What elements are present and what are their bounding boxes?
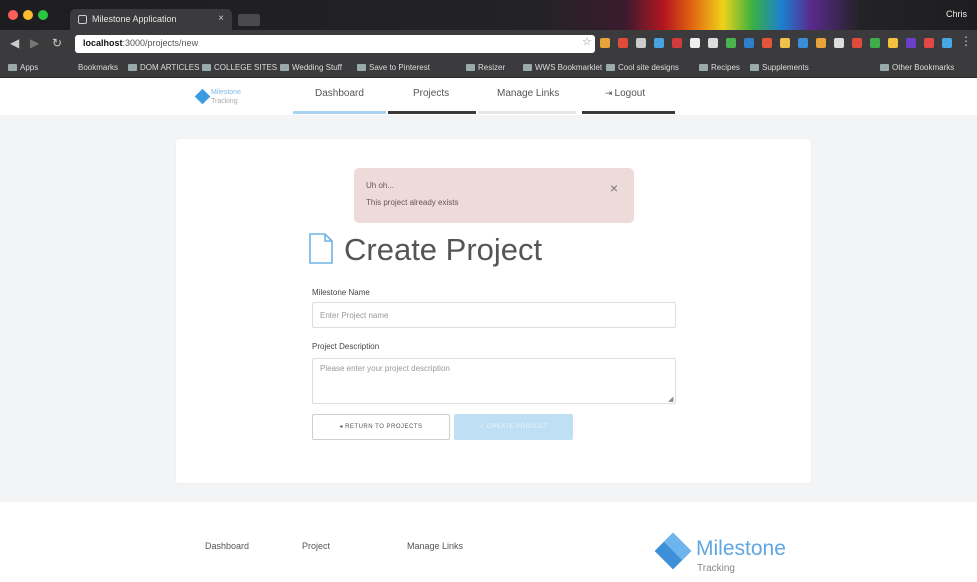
- resize-handle-icon[interactable]: ◢: [668, 395, 673, 403]
- page-icon: [357, 64, 366, 71]
- footer-link-dashboard[interactable]: Dashboard: [205, 541, 249, 551]
- bookmark-item[interactable]: Cool site designs: [606, 63, 679, 72]
- bookmark-item[interactable]: Bookmarks: [78, 63, 118, 72]
- document-icon: [309, 233, 333, 264]
- bookmark-item[interactable]: Recipes: [699, 63, 740, 72]
- project-name-input[interactable]: [312, 302, 676, 328]
- return-to-projects-button[interactable]: ◂ RETURN TO PROJECTS: [312, 414, 450, 440]
- milestone-name-label: Milestone Name: [312, 288, 370, 297]
- tab-title: Milestone Application: [92, 14, 177, 24]
- extension-icon[interactable]: [654, 38, 664, 48]
- extension-icon[interactable]: [888, 38, 898, 48]
- url-host: localhost: [83, 38, 123, 48]
- bookmark-item[interactable]: Resizer: [466, 63, 505, 72]
- footer: Dashboard Project Manage Links Milestone…: [0, 502, 977, 582]
- nav-logout-label: Logout: [614, 88, 646, 99]
- address-bar[interactable]: localhost:3000/projects/new: [75, 35, 595, 53]
- extension-icon[interactable]: [600, 38, 610, 48]
- bookmark-item[interactable]: Wedding Stuff: [280, 63, 342, 72]
- folder-icon: [202, 64, 211, 71]
- extension-icon[interactable]: [798, 38, 808, 48]
- profile-name[interactable]: Chris: [946, 9, 967, 19]
- footer-link-manage-links[interactable]: Manage Links: [407, 541, 463, 551]
- nav-dashboard[interactable]: Dashboard: [315, 88, 364, 99]
- folder-icon: [280, 64, 289, 71]
- minimize-window-button[interactable]: [23, 10, 33, 20]
- extension-icon[interactable]: [834, 38, 844, 48]
- extension-icon[interactable]: [744, 38, 754, 48]
- other-bookmarks[interactable]: Other Bookmarks: [880, 63, 954, 72]
- tab-close-icon[interactable]: ×: [218, 13, 224, 24]
- bookmark-item[interactable]: Supplements: [750, 63, 809, 72]
- alert-title: Uh oh...: [366, 181, 395, 190]
- close-icon[interactable]: ×: [610, 180, 618, 196]
- extension-icon[interactable]: [942, 38, 952, 48]
- extension-icon[interactable]: [672, 38, 682, 48]
- footer-link-project[interactable]: Project: [302, 541, 330, 551]
- forward-icon[interactable]: ▶: [30, 36, 39, 50]
- extension-icon[interactable]: [906, 38, 916, 48]
- tab-indicator: [478, 111, 576, 114]
- tab-indicator: [582, 111, 675, 114]
- new-tab-button[interactable]: [238, 14, 260, 26]
- extension-icon[interactable]: [870, 38, 880, 48]
- extension-icon[interactable]: [780, 38, 790, 48]
- tab-indicator: [388, 111, 476, 114]
- extension-icon[interactable]: [924, 38, 934, 48]
- footer-logo-icon: [654, 532, 692, 570]
- create-project-button[interactable]: ✓ CREATE PROJECT: [454, 414, 573, 440]
- folder-icon: [750, 64, 759, 71]
- browser-toolbar: ◀ ▶ ↻ localhost:3000/projects/new: [0, 30, 977, 58]
- extension-icon[interactable]: [852, 38, 862, 48]
- bookmark-item[interactable]: DOM ARTICLES: [128, 63, 199, 72]
- page-icon: [466, 64, 475, 71]
- back-icon[interactable]: ◀: [10, 36, 19, 50]
- alert-message: This project already exists: [366, 198, 459, 207]
- page-icon: [78, 15, 87, 24]
- app-navbar: Milestone Tracking Dashboard Projects Ma…: [0, 78, 977, 115]
- create-project-card: Uh oh... This project already exists × C…: [176, 139, 811, 483]
- logout-icon: ⇥: [605, 88, 613, 98]
- folder-icon: [699, 64, 708, 71]
- project-description-input[interactable]: [312, 358, 676, 404]
- extension-icon[interactable]: [816, 38, 826, 48]
- menu-icon[interactable]: ⋮: [960, 34, 972, 48]
- bookmark-item[interactable]: WWS Bookmarklet: [523, 63, 602, 72]
- footer-logo-sub: Tracking: [697, 563, 735, 574]
- extension-icon[interactable]: [636, 38, 646, 48]
- page-title: Create Project: [344, 232, 543, 267]
- page-icon: [523, 64, 532, 71]
- footer-logo-name: Milestone: [696, 537, 786, 560]
- extension-icon[interactable]: [708, 38, 718, 48]
- bookmarks-bar: Apps Bookmarks DOM ARTICLES COLLEGE SITE…: [0, 58, 977, 78]
- error-alert: Uh oh... This project already exists ×: [354, 168, 634, 223]
- browser-titlebar: Milestone Application × Chris: [0, 0, 977, 30]
- folder-icon: [128, 64, 137, 71]
- nav-logout[interactable]: ⇥ Logout: [605, 88, 645, 99]
- extension-icon[interactable]: [726, 38, 736, 48]
- nav-projects[interactable]: Projects: [413, 88, 449, 99]
- apps-icon: [8, 64, 17, 71]
- folder-icon: [880, 64, 889, 71]
- logo-diamond-icon: [194, 88, 211, 105]
- close-window-button[interactable]: [8, 10, 18, 20]
- nav-manage-links[interactable]: Manage Links: [497, 88, 559, 99]
- bookmark-item[interactable]: Save to Pinterest: [357, 63, 430, 72]
- logo-sub: Tracking: [211, 98, 238, 105]
- extension-icon[interactable]: [690, 38, 700, 48]
- extension-icon[interactable]: [618, 38, 628, 48]
- maximize-window-button[interactable]: [38, 10, 48, 20]
- bookmark-item[interactable]: Apps: [8, 63, 38, 72]
- url-path: :3000/projects/new: [122, 38, 199, 48]
- active-tab-indicator: [293, 111, 386, 114]
- logo-name: Milestone: [211, 89, 241, 96]
- reload-icon[interactable]: ↻: [52, 36, 62, 50]
- bookmark-item[interactable]: COLLEGE SITES: [202, 63, 277, 72]
- folder-icon: [606, 64, 615, 71]
- extension-icon[interactable]: [762, 38, 772, 48]
- bookmark-star-icon[interactable]: ☆: [582, 35, 592, 48]
- browser-tab[interactable]: Milestone Application ×: [70, 9, 232, 30]
- project-description-label: Project Description: [312, 342, 380, 351]
